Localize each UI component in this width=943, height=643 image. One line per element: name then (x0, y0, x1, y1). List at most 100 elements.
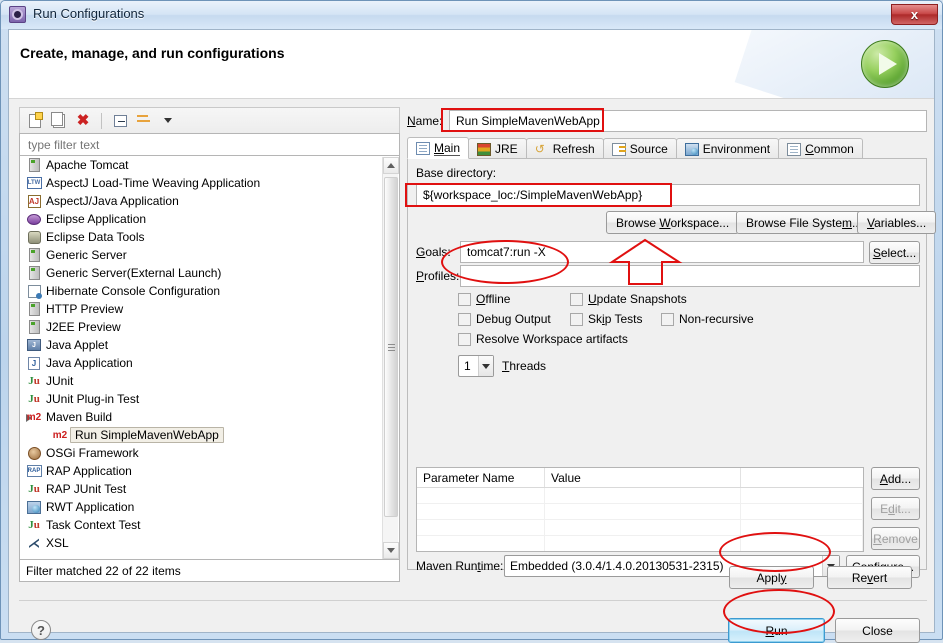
tab-label: JRE (495, 142, 518, 156)
run-button[interactable]: Run (728, 618, 825, 643)
tab-main[interactable]: Main (407, 137, 470, 159)
offline-checkbox[interactable] (458, 292, 471, 306)
tab-refresh[interactable]: ↺ Refresh (525, 138, 604, 159)
new-configuration-icon[interactable] (25, 111, 45, 131)
tree-item-osgi-framework[interactable]: OSGi Framework (20, 444, 399, 462)
tab-common[interactable]: Common (778, 138, 863, 159)
offline-checkbox-row[interactable]: Offline (458, 292, 510, 306)
aspectj-icon: AJ (27, 194, 41, 208)
tree-item-eclipse-application[interactable]: Eclipse Application (20, 210, 399, 228)
database-icon (26, 229, 42, 245)
server-icon (26, 265, 42, 281)
tree-item-xsl[interactable]: ⋌ XSL (20, 534, 399, 552)
remove-parameter-button[interactable]: Remove (871, 527, 920, 550)
table-row[interactable] (417, 488, 863, 504)
filter-text-field[interactable] (19, 133, 400, 156)
table-row[interactable] (417, 504, 863, 520)
column-value: Value (545, 468, 741, 487)
update-snapshots-checkbox[interactable] (570, 292, 583, 306)
tree-item-label: OSGi Framework (46, 446, 139, 460)
debug-output-checkbox-row[interactable]: Debug Output (458, 312, 551, 326)
tree-item-generic-server-external-launch[interactable]: Generic Server(External Launch) (20, 264, 399, 282)
table-row[interactable] (417, 520, 863, 536)
tree-item-rap-junit-test[interactable]: Ju RAP JUnit Test (20, 480, 399, 498)
base-directory-input[interactable]: ${workspace_loc:/SimpleMavenWebApp} (416, 184, 920, 206)
tab-label: Refresh (552, 142, 595, 156)
parameters-table[interactable]: Parameter Name Value (416, 467, 864, 552)
tab-environment[interactable]: Environment (675, 138, 780, 159)
tree-item-label: Run SimpleMavenWebApp (70, 427, 224, 443)
tree-item-http-preview[interactable]: HTTP Preview (20, 300, 399, 318)
resolve-workspace-artifacts-checkbox[interactable] (458, 332, 471, 346)
filter-icon[interactable] (134, 111, 154, 131)
tree-item-label: Apache Tomcat (46, 158, 129, 172)
tree-item-junit-plug-in-test[interactable]: Ju JUnit Plug-in Test (20, 390, 399, 408)
view-menu-chevron-icon[interactable] (158, 111, 178, 131)
configurations-tree[interactable]: Apache Tomcat LTW AspectJ Load-Time Weavin… (19, 156, 400, 560)
goals-input[interactable]: tomcat7:run -X (460, 241, 864, 263)
tree-item-junit[interactable]: Ju JUnit (20, 372, 399, 390)
browse-file-system-button[interactable]: Browse File System... (736, 211, 873, 234)
collapse-all-icon[interactable] (110, 111, 130, 131)
scroll-down-button[interactable] (383, 542, 399, 559)
tree-scrollbar[interactable] (382, 157, 399, 559)
variables-button[interactable]: Variables... (857, 211, 937, 234)
add-parameter-button[interactable]: Add... (871, 467, 920, 490)
scroll-up-button[interactable] (383, 157, 399, 174)
tree-item-apache-tomcat[interactable]: Apache Tomcat (20, 156, 399, 174)
tree-item-aspectj-java-application[interactable]: AJ AspectJ/Java Application (20, 192, 399, 210)
search-input[interactable] (26, 136, 399, 153)
tree-item-task-context-test[interactable]: Ju Task Context Test (20, 516, 399, 534)
duplicate-configuration-icon[interactable] (49, 111, 69, 131)
help-icon[interactable]: ? (31, 620, 51, 640)
tree-item-maven-build[interactable]: m2 Maven Build (20, 408, 399, 426)
junit-plugin-icon: Ju (28, 393, 40, 405)
java-icon: J (26, 355, 42, 371)
skip-tests-checkbox-row[interactable]: Skip Tests (570, 312, 643, 326)
revert-button[interactable]: Revert (827, 566, 912, 589)
tree-item-java-applet[interactable]: J Java Applet (20, 336, 399, 354)
tree-item-hibernate-console-configuration[interactable]: Hibernate Console Configuration (20, 282, 399, 300)
junit-icon: Ju (28, 483, 40, 495)
tree-item-eclipse-data-tools[interactable]: Eclipse Data Tools (20, 228, 399, 246)
add-label: Add... (879, 471, 912, 486)
edit-label: Edit... (880, 501, 911, 516)
resolve-workspace-artifacts-checkbox-row[interactable]: Resolve Workspace artifacts (458, 332, 628, 346)
delete-configuration-icon[interactable]: ✖ (73, 111, 93, 131)
scrollbar-thumb[interactable] (384, 177, 398, 517)
tree-item-run-simplemavenwebapp[interactable]: m2 Run SimpleMavenWebApp (20, 426, 399, 444)
threads-combo[interactable]: 1 (458, 355, 494, 377)
update-snapshots-checkbox-row[interactable]: Update Snapshots (570, 292, 687, 306)
server-icon (26, 301, 42, 317)
run-label: Run (765, 623, 788, 638)
tree-item-label: Java Application (46, 356, 133, 370)
select-goals-button[interactable]: Select... (869, 241, 920, 264)
tree-item-j2ee-preview[interactable]: J2EE Preview (20, 318, 399, 336)
tab-jre[interactable]: JRE (468, 138, 527, 159)
profiles-input[interactable] (460, 265, 920, 287)
tab-source[interactable]: Source (602, 138, 677, 159)
tree-item-aspectj-load-time-weaving-application[interactable]: LTW AspectJ Load-Time Weaving Application (20, 174, 399, 192)
offline-label: Offline (476, 292, 511, 306)
tree-item-label: Generic Server(External Launch) (46, 266, 222, 280)
browse-workspace-button[interactable]: Browse Workspace... (606, 211, 740, 234)
close-window-button[interactable]: x (891, 4, 938, 25)
tree-item-rwt-application[interactable]: RWT Application (20, 498, 399, 516)
non-recursive-checkbox[interactable] (661, 312, 674, 326)
skip-tests-checkbox[interactable] (570, 312, 583, 326)
tree-item-generic-server[interactable]: Generic Server (20, 246, 399, 264)
tree-item-label: AspectJ Load-Time Weaving Application (46, 176, 261, 190)
dialog-header: Create, manage, and run configurations (9, 30, 934, 99)
close-button[interactable]: Close (835, 618, 920, 643)
non-recursive-checkbox-row[interactable]: Non-recursive (661, 312, 754, 326)
tree-item-rap-application[interactable]: RAP RAP Application (20, 462, 399, 480)
threads-label: Threads (502, 359, 547, 373)
tree-item-java-application[interactable]: J Java Application (20, 354, 399, 372)
apply-button[interactable]: Apply (729, 566, 814, 589)
table-row[interactable] (417, 536, 863, 551)
window-title: Run Configurations (33, 6, 145, 21)
edit-parameter-button[interactable]: Edit... (871, 497, 920, 520)
debug-output-checkbox[interactable] (458, 312, 471, 326)
configuration-name-input[interactable]: Run SimpleMavenWebApp (449, 110, 927, 132)
refresh-tab-icon: ↺ (534, 141, 545, 156)
